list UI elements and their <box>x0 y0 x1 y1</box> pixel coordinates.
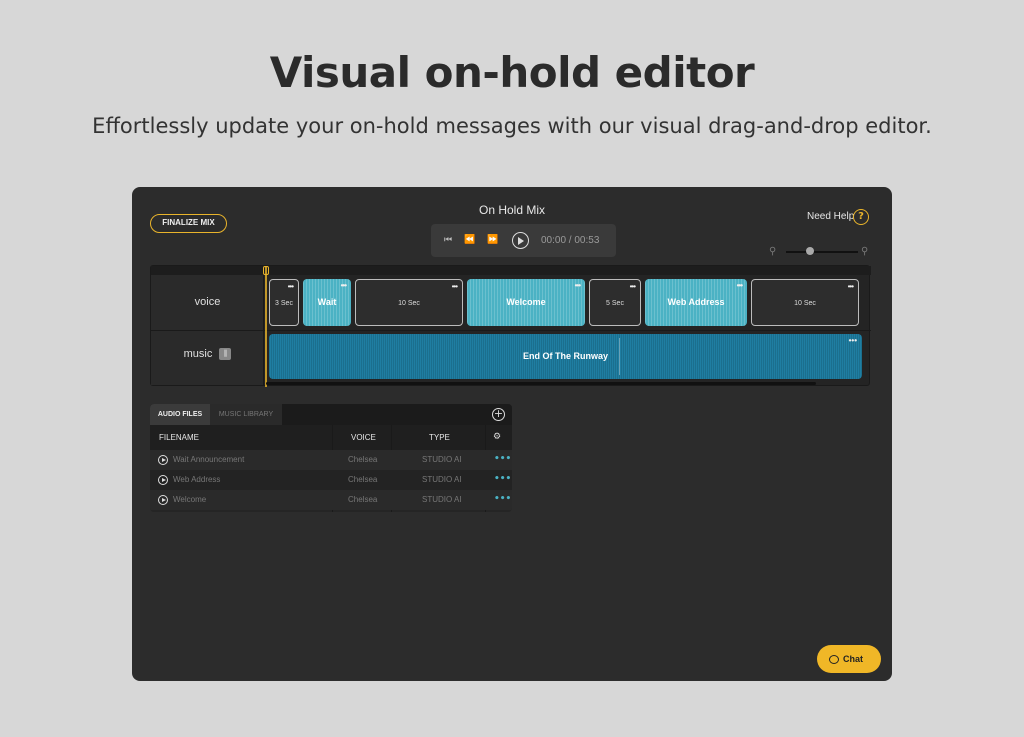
column-type[interactable]: TYPE <box>429 425 450 450</box>
timeline: voice music ⫼ ••• 3 Sec ••• Wait Anno...… <box>150 265 871 387</box>
clip-label: 5 Sec <box>606 300 624 307</box>
music-clip[interactable]: ••• End Of The Runway <box>269 334 862 379</box>
clip-label: 10 Sec <box>794 300 816 307</box>
tab-audio-files[interactable]: AUDIO FILES <box>150 404 210 425</box>
zoom-slider-handle[interactable] <box>806 247 814 255</box>
voice-clip[interactable]: ••• Welcome <box>467 279 585 326</box>
help-icon[interactable]: ? <box>853 209 869 225</box>
play-icon[interactable] <box>158 455 168 465</box>
table-row[interactable]: Web Address Chelsea STUDIO AI ••• <box>150 470 512 490</box>
gear-icon[interactable]: ⚙ <box>493 425 501 450</box>
clip-menu-icon[interactable]: ••• <box>849 318 857 363</box>
clip-menu-icon[interactable]: ••• <box>341 279 347 309</box>
clip-label: Web Address <box>667 297 725 307</box>
zoom-in-icon[interactable]: ⚲ <box>861 246 868 257</box>
music-track-label-text: music <box>183 348 213 360</box>
audio-files-panel: AUDIO FILES MUSIC LIBRARY + FILENAME VOI… <box>150 404 512 512</box>
clip-menu-icon[interactable]: ••• <box>737 279 743 309</box>
row-menu-icon[interactable]: ••• <box>494 470 511 488</box>
chat-button[interactable]: Chat <box>817 645 881 673</box>
clip-menu-icon[interactable]: ••• <box>288 263 294 310</box>
mixer-icon[interactable]: ⫼ <box>219 348 232 361</box>
row-menu-icon[interactable]: ••• <box>494 490 511 508</box>
hero-title: Visual on-hold editor <box>269 48 755 97</box>
voice-clip[interactable]: ••• 5 Sec <box>589 279 641 326</box>
loop-marker <box>619 338 620 375</box>
play-icon[interactable] <box>512 232 529 249</box>
cell-voice: Chelsea <box>348 475 378 484</box>
zoom-out-icon[interactable]: ⚲ <box>769 246 776 257</box>
editor-window: FINALIZE MIX On Hold Mix ⏮ ⏪ ⏩ 00:00 / 0… <box>132 187 892 681</box>
voice-clip[interactable]: ••• Wait Anno... <box>303 279 351 326</box>
table-row[interactable]: Welcome Chelsea STUDIO AI ••• <box>150 490 512 510</box>
cell-type: STUDIO AI <box>422 495 462 504</box>
tab-music-library[interactable]: MUSIC LIBRARY <box>210 404 282 425</box>
time-readout: 00:00 / 00:53 <box>541 235 600 246</box>
column-voice[interactable]: VOICE <box>351 425 376 450</box>
cell-filename: Web Address <box>173 475 221 484</box>
clip-label: Welcome <box>506 297 546 307</box>
clip-menu-icon[interactable]: ••• <box>452 263 458 310</box>
chat-bubble-icon <box>829 655 839 665</box>
clip-menu-icon[interactable]: ••• <box>630 263 636 310</box>
voice-clip[interactable]: ••• 3 Sec <box>269 279 299 326</box>
cell-voice: Chelsea <box>348 455 378 464</box>
cell-filename: Wait Announcement <box>173 455 245 464</box>
hero-subtitle: Effortlessly update your on-hold message… <box>92 114 932 138</box>
table-header: FILENAME VOICE TYPE ⚙ <box>150 425 512 450</box>
transport-bar: ⏮ ⏪ ⏩ 00:00 / 00:53 <box>431 224 616 257</box>
fast-forward-icon[interactable]: ⏩ <box>486 224 500 257</box>
playhead-handle[interactable] <box>263 266 269 275</box>
add-icon[interactable]: + <box>492 408 505 421</box>
voice-clip[interactable]: ••• 10 Sec <box>751 279 859 326</box>
music-track-label: music ⫼ <box>151 348 264 361</box>
clip-menu-icon[interactable]: ••• <box>575 279 581 309</box>
playhead[interactable] <box>265 266 267 387</box>
play-icon[interactable] <box>158 475 168 485</box>
cell-voice: Chelsea <box>348 495 378 504</box>
clip-menu-icon[interactable]: ••• <box>848 263 854 310</box>
skip-to-start-icon[interactable]: ⏮ <box>441 224 455 257</box>
mix-title: On Hold Mix <box>478 203 546 217</box>
table-row[interactable]: Wait Announcement Chelsea STUDIO AI ••• <box>150 450 512 470</box>
timeline-ruler[interactable] <box>151 266 871 275</box>
rewind-icon[interactable]: ⏪ <box>463 224 477 257</box>
cell-filename: Welcome <box>173 495 207 504</box>
cell-type: STUDIO AI <box>422 455 462 464</box>
row-menu-icon[interactable]: ••• <box>494 450 511 468</box>
voice-clip[interactable]: ••• 10 Sec <box>355 279 463 326</box>
clip-label: 10 Sec <box>398 300 420 307</box>
music-clip-label: End Of The Runway <box>522 351 608 361</box>
need-help-link[interactable]: Need Help <box>807 211 854 222</box>
column-filename[interactable]: FILENAME <box>159 425 199 450</box>
timeline-scrollbar[interactable] <box>266 382 816 385</box>
zoom-slider[interactable] <box>786 251 858 253</box>
voice-track-label: voice <box>194 296 221 308</box>
track-divider <box>151 330 871 331</box>
voice-clip[interactable]: ••• Web Address <box>645 279 747 326</box>
clip-label: Wait Anno... <box>317 297 337 307</box>
chat-label: Chat <box>843 654 863 664</box>
cell-type: STUDIO AI <box>422 475 462 484</box>
tab-bar: AUDIO FILES MUSIC LIBRARY + <box>150 404 512 425</box>
play-icon[interactable] <box>158 495 168 505</box>
